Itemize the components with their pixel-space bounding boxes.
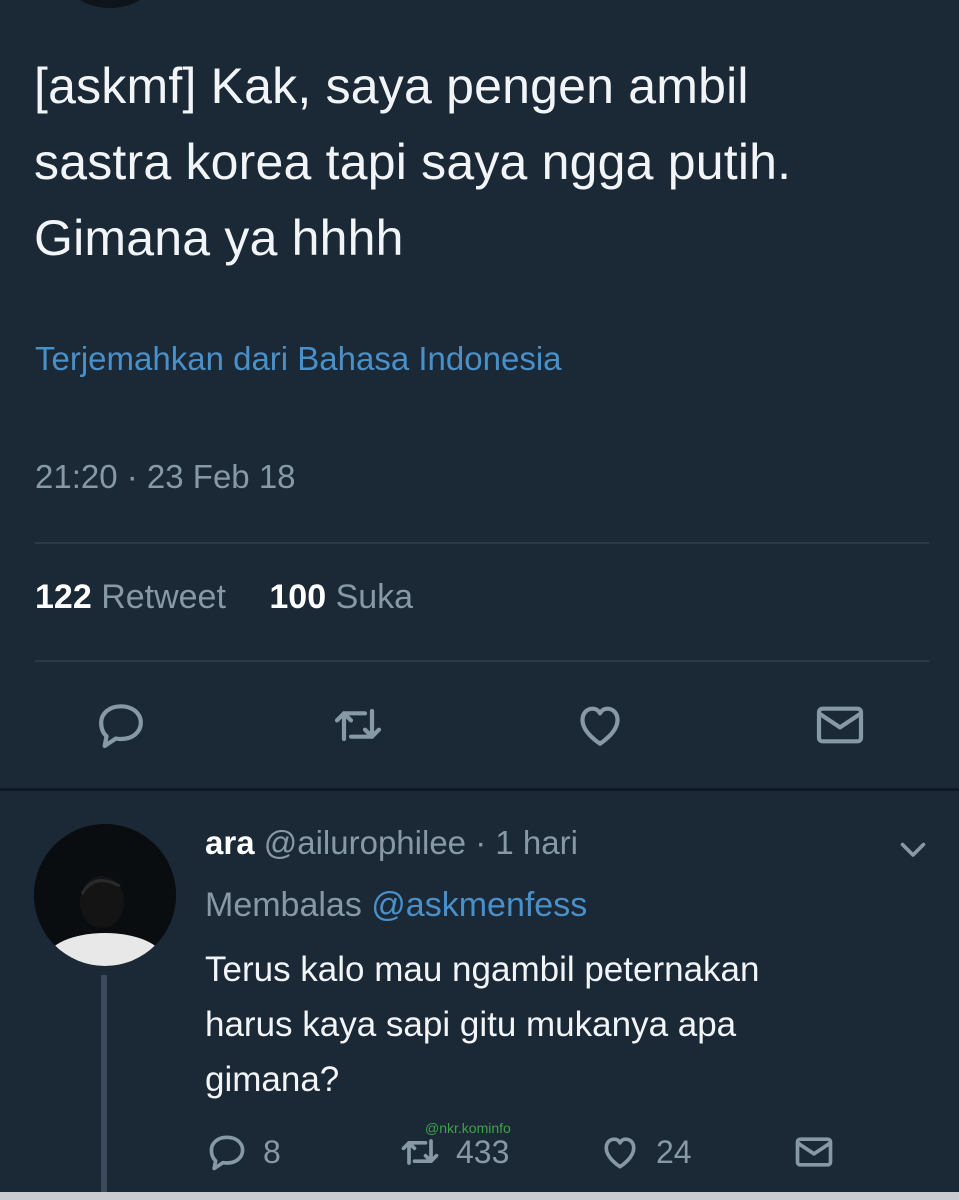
translate-link[interactable]: Terjemahkan dari Bahasa Indonesia [35,340,562,378]
section-divider [0,788,959,791]
tweet-timestamp: 21:20 · 23 Feb 18 [35,458,296,495]
reply-icon[interactable] [93,697,149,753]
reply-text: Terus kalo mau ngambil peternakan harus … [205,942,925,1107]
mail-icon [795,1137,833,1167]
like-count: 100 [269,578,327,616]
reply-retweet-button[interactable]: 433 [398,1128,509,1176]
retweet-icon [401,1139,439,1165]
reply-line: harus kaya sapi gitu mukanya apa [205,1005,737,1044]
retweet-count: 433 [456,1133,510,1170]
replying-to-handle[interactable]: @askmenfess [371,886,587,924]
bottom-band [0,1192,959,1200]
chevron-down-icon[interactable] [895,834,931,864]
tweet-line: sastra korea tapi saya ngga putih. [34,134,792,190]
reply-count: 8 [263,1133,281,1170]
mail-icon[interactable] [812,697,868,753]
like-stat[interactable]: 100 Suka [269,578,413,616]
divider [35,660,929,662]
previous-avatar-edge [70,0,150,8]
heart-icon [604,1137,636,1169]
reply-author-name[interactable]: ara [205,824,255,861]
reply-message-button[interactable] [792,1128,850,1176]
retweet-icon[interactable] [330,697,386,753]
replying-to-label: Membalas [205,886,362,924]
heart-icon[interactable] [572,697,628,753]
reply-author-handle[interactable]: @ailurophilee [264,824,466,861]
reply-icon [209,1135,245,1171]
divider [35,542,929,544]
reply-line: Terus kalo mau ngambil peternakan [205,950,760,989]
like-count: 24 [656,1133,692,1170]
reply-time: · 1 hari [475,824,578,861]
tweet-text: [askmf] Kak, saya pengen ambil sastra ko… [34,48,934,276]
reply-like-button[interactable]: 24 [598,1128,692,1176]
tweet-stats: 122 Retweet 100 Suka [35,578,447,617]
thread-line [101,975,107,1200]
like-label: Suka [335,578,414,616]
retweet-count: 122 [35,578,92,616]
avatar[interactable] [34,824,176,966]
retweet-stat[interactable]: 122 Retweet [35,578,226,616]
retweet-label: Retweet [101,578,226,616]
replying-to: Membalas @askmenfess [205,886,587,925]
reply-header: ara @ailurophilee · 1 hari [205,824,578,862]
reply-reply-button[interactable]: 8 [205,1128,281,1176]
tweet-line: Gimana ya hhhh [34,210,404,266]
reply-line: gimana? [205,1060,340,1099]
tweet-line: [askmf] Kak, saya pengen ambil [34,58,749,114]
